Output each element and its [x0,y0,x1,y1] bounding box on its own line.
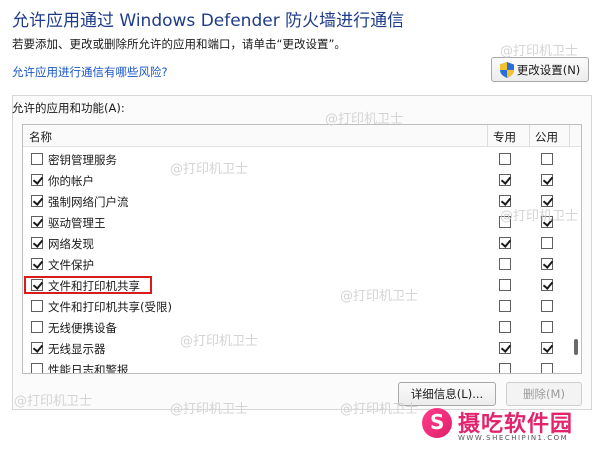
app-enabled-checkbox[interactable] [31,321,43,333]
app-enabled-checkbox[interactable] [31,174,43,186]
app-name: 你的帐户 [48,174,94,188]
list-item[interactable]: 文件和打印机共享(受限) [23,296,571,317]
page-title: 允许应用通过 Windows Defender 防火墙进行通信 [12,11,405,31]
column-header-name[interactable]: 名称 [29,129,52,145]
app-enabled-checkbox[interactable] [31,258,43,270]
column-header-private[interactable]: 专用 [493,129,516,145]
app-enabled-checkbox[interactable] [31,153,43,165]
app-name: 强制网络门户流 [48,195,129,209]
private-network-checkbox[interactable] [499,216,511,228]
app-enabled-checkbox[interactable] [31,216,43,228]
list-item[interactable]: 密钥管理服务 [23,149,571,170]
details-button[interactable]: 详细信息(L)... [398,382,496,406]
logo-url: WWW.SHECHIPIN1.COM [458,434,569,442]
public-network-checkbox[interactable] [541,174,553,186]
public-network-checkbox[interactable] [541,153,553,165]
app-name: 性能日志和警报 [48,363,129,374]
app-name: 网络发现 [48,237,94,251]
private-network-checkbox[interactable] [499,342,511,354]
logo-mark-icon [422,408,452,438]
apps-group-label: 允许的应用和功能(A): [12,101,125,115]
list-item[interactable]: 驱动管理王 [23,212,571,233]
public-network-checkbox[interactable] [541,300,553,312]
app-enabled-checkbox[interactable] [31,237,43,249]
private-network-checkbox[interactable] [499,237,511,249]
private-network-checkbox[interactable] [499,258,511,270]
app-enabled-checkbox[interactable] [31,195,43,207]
change-settings-button[interactable]: 更改设置(N) [491,57,589,82]
column-separator [487,125,488,147]
list-item[interactable]: 文件保护 [23,254,571,275]
column-separator [569,125,570,147]
apps-list: 名称 专用 公用 密钥管理服务 你的帐户强制网络门户流 驱动管理王网络发现文件保护文… [22,124,582,374]
private-network-checkbox[interactable] [499,321,511,333]
highlight-box [24,276,152,294]
private-network-checkbox[interactable] [499,174,511,186]
public-network-checkbox[interactable] [541,195,553,207]
risk-info-link[interactable]: 允许应用进行通信有哪些风险? [12,64,168,80]
list-header: 名称 专用 公用 [23,125,581,147]
app-name: 驱动管理王 [48,216,106,230]
public-network-checkbox[interactable] [541,258,553,270]
site-logo: 摄吃软件园 WWW.SHECHIPIN1.COM [420,404,590,448]
app-name: 无线便携设备 [48,321,117,335]
list-item[interactable]: 你的帐户 [23,170,571,191]
list-item[interactable]: 性能日志和警报 [23,359,571,374]
uac-shield-icon [499,61,514,78]
app-name: 密钥管理服务 [48,153,117,167]
public-network-checkbox[interactable] [541,216,553,228]
public-network-checkbox[interactable] [541,237,553,249]
public-network-checkbox[interactable] [541,321,553,333]
app-name: 文件和打印机共享(受限) [48,300,172,314]
private-network-checkbox[interactable] [499,195,511,207]
app-name: 无线显示器 [48,342,106,356]
scrollbar-thumb[interactable] [574,339,578,355]
list-item[interactable]: 无线便携设备 [23,317,571,338]
app-enabled-checkbox[interactable] [31,363,43,373]
private-network-checkbox[interactable] [499,363,511,373]
vertical-scrollbar[interactable] [571,147,581,373]
app-enabled-checkbox[interactable] [31,342,43,354]
private-network-checkbox[interactable] [499,300,511,312]
app-enabled-checkbox[interactable] [31,300,43,312]
public-network-checkbox[interactable] [541,363,553,373]
public-network-checkbox[interactable] [541,279,553,291]
private-network-checkbox[interactable] [499,279,511,291]
public-network-checkbox[interactable] [541,342,553,354]
column-separator [529,125,530,147]
list-item[interactable]: 强制网络门户流 [23,191,571,212]
change-settings-label: 更改设置(N) [516,62,581,77]
private-network-checkbox[interactable] [499,153,511,165]
column-header-public[interactable]: 公用 [535,129,558,145]
delete-button: 删除(M) [506,382,582,406]
app-name: 文件保护 [48,258,94,272]
list-item[interactable]: 无线显示器 [23,338,571,359]
list-item[interactable]: 网络发现 [23,233,571,254]
instructions-text: 若要添加、更改或删除所允许的应用和端口，请单击“更改设置”。 [12,37,346,51]
